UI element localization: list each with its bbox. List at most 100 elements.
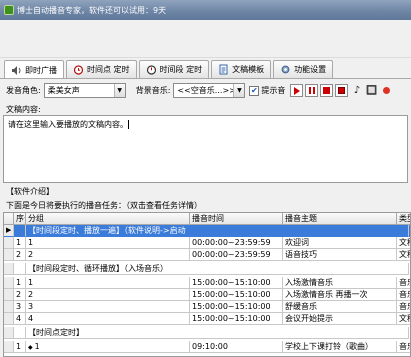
current-row-arrow-icon: ▶	[4, 225, 14, 237]
header-no[interactable]: 序号	[14, 213, 26, 225]
cell-group: 2	[26, 249, 190, 261]
software-info-link[interactable]: 【软件介绍】	[6, 186, 54, 197]
task-grid: 序号 分组 播音时间 播音主题 类型 ▶ 【时间段定时、播放一遍】（软件说明->…	[3, 212, 411, 357]
text-style-button[interactable]: 🔲	[365, 84, 378, 97]
play-button[interactable]	[290, 84, 304, 97]
table-row[interactable]: 1 1 15:00:00~15:10:00 入场激情音乐 音乐	[4, 277, 410, 289]
text-cursor	[128, 120, 129, 129]
gear-icon	[280, 64, 291, 75]
cell-no: 3	[14, 301, 26, 313]
group-row[interactable]: 【时间段定时、循环播放】（入场音乐）	[4, 263, 410, 275]
table-row[interactable]: 2 2 15:00:00~15:10:00 入场激情音乐 再播一次 音乐	[4, 289, 410, 301]
diamond-icon: ◆	[28, 344, 33, 351]
group-row[interactable]: 【时间点定时】	[4, 327, 410, 339]
music-note-button[interactable]: ♪	[350, 84, 363, 97]
header-label: 分组	[28, 214, 44, 223]
color-icon	[383, 87, 391, 94]
cell-type: 文稿	[397, 249, 410, 261]
table-row[interactable]: 3 3 15:00:00~15:10:00 舒缓音乐 音乐	[4, 301, 410, 313]
row-indicator	[4, 313, 14, 325]
row-indicator	[4, 289, 14, 301]
group-expander[interactable]	[14, 263, 26, 275]
cell-group-value: 1	[34, 342, 40, 351]
header-time[interactable]: 播音时间	[190, 213, 283, 225]
tab-time-period[interactable]: 时间段 定时	[138, 60, 210, 78]
cell-time: 00:00:00~23:59:59	[190, 249, 283, 261]
cell-no: 1	[14, 237, 26, 249]
cell-time: 15:00:00~15:10:00	[190, 289, 283, 301]
header-group[interactable]: 分组	[26, 213, 190, 225]
row-indicator	[4, 249, 14, 261]
header-label: 序号	[16, 214, 25, 223]
text-style-icon: 🔲	[366, 85, 378, 96]
header-label: 类型	[399, 214, 410, 223]
tab-time-point[interactable]: 时间点 定时	[66, 60, 137, 78]
pause-button[interactable]	[305, 84, 319, 97]
editor-content: 请在这里输入要播放的文稿内容。	[8, 120, 128, 129]
broadcast-text-editor[interactable]: 请在这里输入要播放的文稿内容。	[3, 115, 408, 183]
cell-theme: 入场激情音乐 再播一次	[283, 289, 397, 301]
group-title: 【时间段定时、播放一遍】（软件说明->启动	[26, 225, 409, 237]
tab-label: 时间点 定时	[87, 65, 130, 74]
music-select[interactable]: <<空音乐...>> ▼	[173, 83, 246, 98]
cell-no: 1	[14, 277, 26, 289]
stop-button[interactable]	[320, 84, 334, 97]
menu-bar-area	[0, 20, 411, 58]
grid-header: 序号 分组 播音时间 播音主题 类型	[4, 213, 410, 225]
tab-label: 时间段 定时	[159, 65, 203, 74]
tab-label: 即时广播	[25, 65, 57, 75]
cell-type: 音乐	[397, 301, 410, 313]
cell-theme: 欢迎词	[283, 237, 397, 249]
row-indicator	[4, 237, 14, 249]
record-button[interactable]	[335, 84, 349, 97]
stopwatch-icon	[146, 64, 157, 75]
cell-no: 2	[14, 289, 26, 301]
editor-label: 文稿内容:	[6, 105, 41, 114]
tab-instant-broadcast[interactable]: 即时广播	[4, 60, 64, 79]
table-row[interactable]: 2 2 00:00:00~23:59:59 语音技巧 文稿	[4, 249, 410, 261]
music-value: <<空音乐...>>	[177, 86, 236, 95]
voice-label: 发音角色:	[6, 86, 41, 95]
tab-label: 文稿模板	[232, 65, 265, 74]
table-row[interactable]: 1 1 00:00:00~23:59:59 欢迎词 文稿	[4, 237, 410, 249]
stop-icon	[323, 87, 331, 94]
cell-theme: 舒缓音乐	[283, 301, 397, 313]
document-icon	[218, 64, 229, 75]
music-note-icon: ♪	[353, 85, 361, 96]
group-row[interactable]: ▶ 【时间段定时、播放一遍】（软件说明->启动	[4, 225, 410, 237]
task-caption: 下面是今日将要执行的播音任务：（双击查看任务详情）	[6, 201, 202, 210]
tab-settings[interactable]: 功能设置	[273, 60, 334, 78]
chevron-down-icon: ▼	[113, 84, 125, 97]
cell-type: 文稿	[397, 313, 410, 325]
app-icon	[4, 5, 14, 15]
prompt-sound-checkbox[interactable]: ✔	[249, 85, 260, 96]
cell-time: 15:00:00~15:10:00	[190, 301, 283, 313]
cell-theme: 语音技巧	[283, 249, 397, 261]
group-expander[interactable]	[14, 327, 26, 339]
voice-select[interactable]: 柔美女声 ▼	[43, 83, 126, 98]
cell-no: 2	[14, 249, 26, 261]
cell-theme: 入场激情音乐	[283, 277, 397, 289]
header-label: 播音时间	[192, 214, 224, 223]
chevron-down-icon: ▼	[233, 84, 245, 97]
cell-no: 1	[14, 341, 26, 353]
cell-type: 文稿	[397, 237, 410, 249]
cell-group: ◆ 1	[26, 341, 190, 353]
table-row[interactable]: 1 ◆1 09:10:00 学校上下课打铃（歌曲） 音乐	[4, 341, 410, 353]
table-row[interactable]: 4 4 15:00:00~15:10:00 会议开始提示 文稿	[4, 313, 410, 325]
cell-type: 音乐	[397, 341, 410, 353]
more-button[interactable]	[380, 84, 393, 97]
cell-theme: 会议开始提示	[283, 313, 397, 325]
group-title: 【时间段定时、循环播放】（入场音乐）	[26, 263, 409, 275]
row-indicator	[4, 263, 14, 275]
broadcast-toolbar: 发音角色: 柔美女声 ▼ 背景音乐: <<空音乐...>> ▼ ✔ 提示音 ♪ …	[0, 78, 411, 102]
group-expander[interactable]	[14, 225, 26, 237]
speaker-icon	[11, 65, 22, 76]
tab-templates[interactable]: 文稿模板	[211, 60, 272, 78]
header-label: 播音主题	[285, 214, 317, 223]
record-icon	[338, 87, 346, 94]
tab-label: 功能设置	[294, 65, 327, 74]
header-type[interactable]: 类型	[397, 213, 410, 225]
header-theme[interactable]: 播音主题	[283, 213, 397, 225]
cell-group: 3	[26, 301, 190, 313]
